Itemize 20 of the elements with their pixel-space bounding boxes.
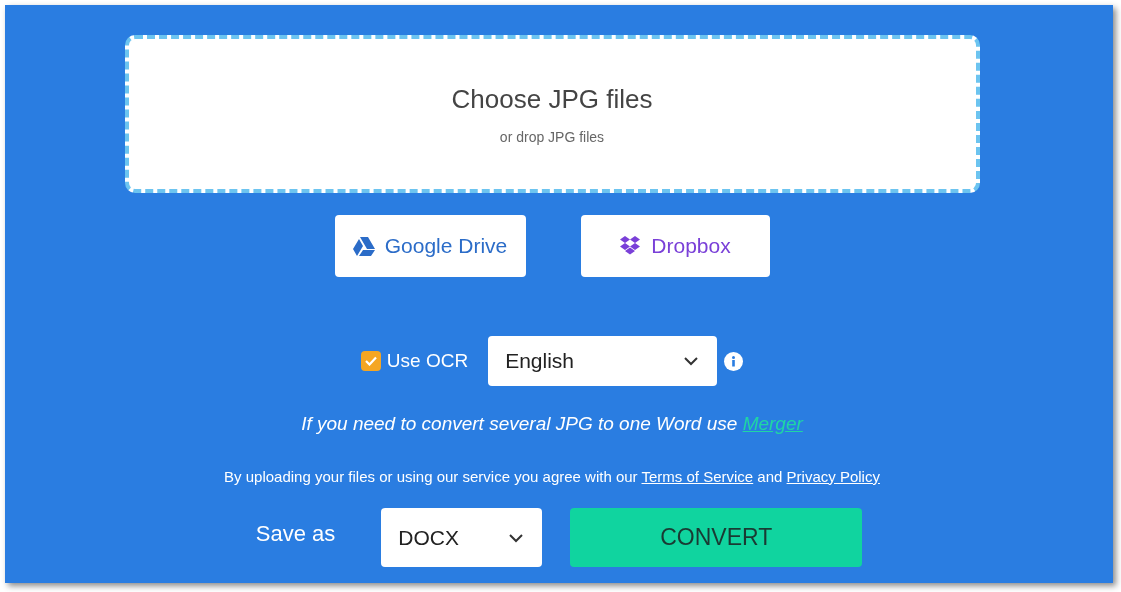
drop-zone[interactable]: Choose JPG files or drop JPG files	[124, 35, 980, 193]
chevron-icon	[683, 356, 700, 366]
dropzone-subtitle: or drop JPG files	[499, 128, 605, 147]
dropbox-icon	[619, 236, 642, 256]
terms-link[interactable]: Terms of Service	[641, 467, 754, 485]
merge-note: If you need to convert several JPG to one Word use Merger	[301, 412, 803, 436]
drive-icon	[352, 236, 375, 256]
dropzone-title: Choose JPG files	[451, 83, 653, 116]
save-as-label: Save as	[255, 520, 336, 548]
dropbox-button[interactable]: Dropbox	[580, 215, 770, 277]
privacy-link[interactable]: Privacy Policy	[786, 467, 880, 485]
terms-note: By uploading your files or using our service you agree with our Terms of Service and Privacy Policy	[224, 466, 880, 487]
drive-button[interactable]: Google Drive	[334, 215, 526, 277]
check-icon	[364, 356, 377, 366]
ocr-checkbox[interactable]: Use OCR	[360, 346, 469, 376]
format-select[interactable]: DOCX	[381, 508, 543, 567]
convert-button[interactable]: CONVERT	[570, 508, 863, 567]
chevron-icon	[508, 532, 525, 543]
language-select[interactable]: English	[488, 336, 718, 386]
info-icon[interactable]	[724, 351, 744, 371]
